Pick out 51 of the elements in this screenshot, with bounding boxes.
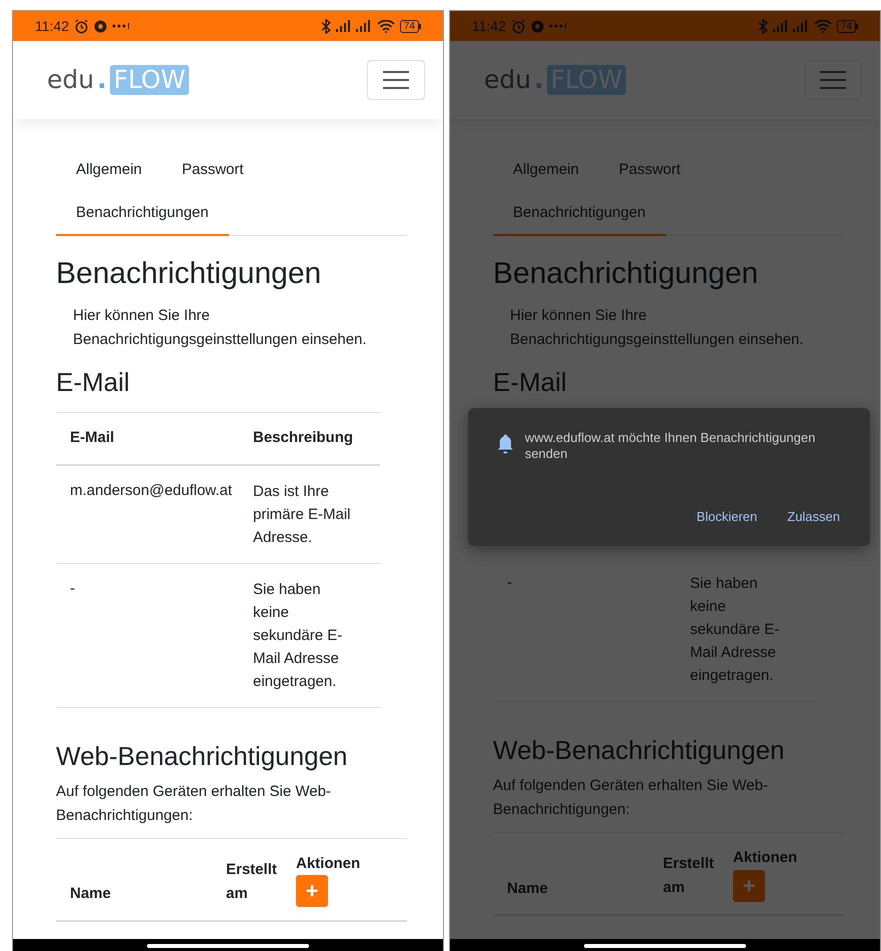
column-header: Erstellt am	[226, 860, 278, 904]
tab[interactable]: Passwort	[162, 148, 264, 192]
bluetooth-icon	[758, 18, 768, 34]
wifi-icon	[814, 20, 832, 32]
prompt-message: www.eduflow.at möchte Ihnen Benachrichtigungen senden	[524, 430, 816, 462]
signal-icon	[772, 20, 809, 32]
table-cell: Das ist Ihre primäre E-Mail Adresse.	[253, 482, 351, 546]
section-heading: E-Mail	[56, 366, 131, 399]
browser-icon	[94, 20, 107, 32]
bell-icon	[496, 433, 515, 455]
section-text: Auf folgenden Geräten erhalten Sie Web-Benachrichtigungen:	[493, 776, 769, 820]
intro-text: Hier können Sie Ihre Benachrichtigungsgeinsttellungen einsehen.	[509, 306, 805, 350]
intro-text: Hier können Sie Ihre Benachrichtigungsgeinsttellungen einsehen.	[72, 306, 368, 350]
table-cell: -	[507, 574, 512, 591]
more-icon	[549, 23, 567, 29]
page-title: Benachrichtigungen	[56, 256, 322, 292]
battery-indicator: 74	[400, 20, 421, 32]
table-cell: -	[70, 580, 75, 596]
prompt-button[interactable]: Zulassen	[787, 506, 840, 526]
prompt-button[interactable]: Blockieren	[696, 506, 758, 526]
table-cell: Sie haben keine sekundäre E-Mail Adresse eingetragen.	[690, 575, 780, 684]
section-text: Auf folgenden Geräten erhalten Sie Web-Benachrichtigungen:	[56, 782, 332, 826]
battery-indicator: 74	[836, 20, 858, 32]
menu-icon	[383, 71, 409, 89]
section-heading: Web-Benachrichtigungen	[56, 740, 348, 772]
wifi-icon	[376, 20, 395, 32]
column-header: Aktionen	[733, 848, 798, 868]
clock-time: 11:42	[35, 16, 69, 36]
section-heading: E-Mail	[493, 366, 568, 399]
signal-icon	[336, 20, 372, 32]
column-header: E-Mail	[56, 412, 253, 464]
section-heading: Web-Benachrichtigungen	[493, 734, 786, 767]
page-title: Benachrichtigungen	[493, 256, 760, 292]
more-icon	[112, 23, 130, 29]
alarm-icon	[74, 18, 89, 34]
tab[interactable]: Benachrichtigungen	[56, 192, 229, 236]
column-header: Erstellt am	[663, 854, 715, 898]
edu-flow-logo: edu. FLOW	[47, 61, 190, 99]
tab[interactable]: Allgemein	[56, 148, 162, 192]
alarm-icon	[511, 18, 526, 34]
column-header: Name	[69, 884, 112, 904]
bluetooth-icon	[320, 18, 331, 34]
clock-time: 11:42	[472, 16, 506, 36]
menu-button[interactable]	[367, 60, 425, 100]
browser-icon	[531, 20, 544, 32]
column-header: Aktionen	[296, 854, 360, 874]
menu-icon	[820, 71, 846, 89]
column-header: Beschreibung	[253, 412, 380, 464]
table-cell: Sie haben keine sekundäre E-Mail Adresse eingetragen.	[253, 580, 342, 690]
column-header: Name	[506, 878, 549, 898]
table-cell: m.anderson@eduflow.at	[70, 482, 232, 498]
